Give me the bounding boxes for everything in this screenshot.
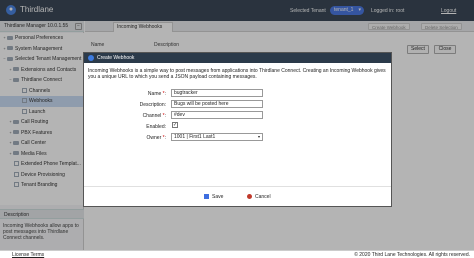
channel-label: Channel *:: [111, 113, 166, 119]
save-icon: [204, 193, 209, 199]
save-label: Save: [212, 194, 224, 200]
copyright-text: © 2020 Third Lane Technologies. All righ…: [354, 252, 470, 258]
save-button[interactable]: Save: [204, 192, 223, 202]
owner-label-text: Owner: [146, 135, 162, 141]
enabled-checkbox[interactable]: ✓: [172, 122, 178, 128]
cancel-button[interactable]: Cancel: [247, 192, 271, 202]
channel-input[interactable]: #dev: [171, 111, 263, 119]
label-colon: :: [164, 113, 166, 119]
enabled-label: Enabled:: [111, 124, 166, 130]
page-footer: License Terms © 2020 Third Lane Technolo…: [0, 250, 474, 258]
label-colon: :: [164, 102, 166, 108]
dialog-footer: Save Cancel: [84, 186, 391, 206]
enabled-label-text: Enabled: [146, 124, 165, 130]
owner-label: Owner *:: [111, 135, 166, 141]
owner-select-value: 1001 | First1 Last1: [174, 134, 216, 140]
channel-label-text: Channel: [142, 113, 162, 119]
chevron-down-icon: ▾: [257, 134, 260, 139]
webhook-icon: [88, 55, 94, 61]
label-colon: :: [164, 91, 166, 97]
dialog-title: Create Webhook: [97, 55, 135, 61]
description-label-text: Description: [139, 102, 165, 108]
cancel-icon: [247, 193, 252, 199]
label-colon: :: [164, 135, 166, 141]
dialog-description: Incoming Webhooks is a simple way to pos…: [88, 68, 386, 80]
name-input[interactable]: bugtracker: [171, 89, 263, 97]
description-input[interactable]: Bugs will be posted here: [171, 100, 263, 108]
label-colon: :: [164, 124, 166, 130]
cancel-label: Cancel: [255, 194, 271, 200]
description-label: Description:: [111, 102, 166, 108]
name-label-text: Name: [147, 91, 162, 97]
owner-select[interactable]: 1001 | First1 Last1 ▾: [171, 133, 263, 141]
license-terms-link[interactable]: License Terms: [12, 252, 44, 258]
name-label: Name *:: [111, 91, 166, 97]
dialog-header: Create Webhook: [84, 53, 391, 63]
create-webhook-dialog: Create Webhook Incoming Webhooks is a si…: [83, 52, 392, 207]
